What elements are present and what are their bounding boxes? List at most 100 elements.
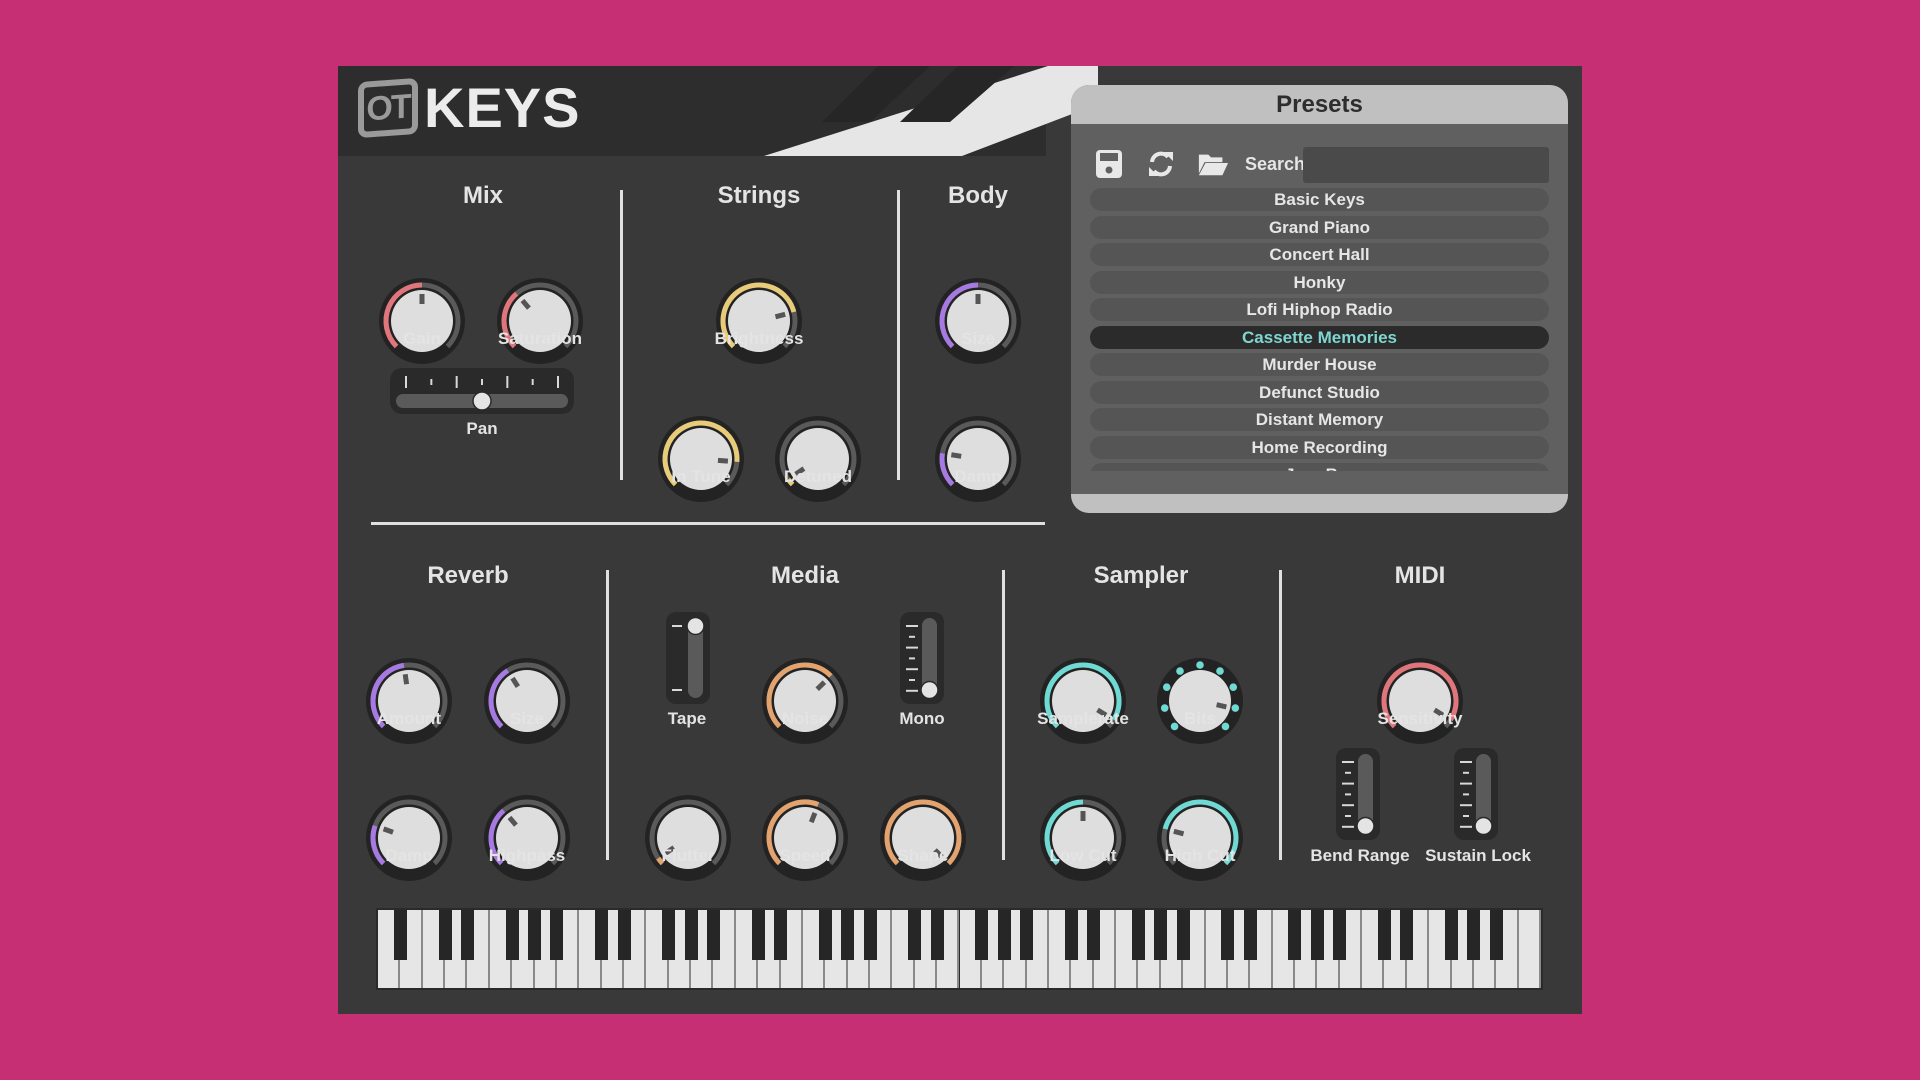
high-cut-knob[interactable] [1155,793,1245,883]
black-key[interactable] [1310,910,1324,960]
black-key[interactable] [505,910,519,960]
detuned-knob[interactable] [773,414,863,504]
knob-graphic[interactable] [643,793,733,883]
black-key[interactable] [393,910,407,960]
samplerate-knob[interactable] [1038,656,1128,746]
black-key[interactable] [1020,910,1034,960]
black-key[interactable] [617,910,631,960]
black-key[interactable] [684,910,698,960]
bend-range-slider[interactable] [1336,748,1380,840]
knob-graphic[interactable] [1038,793,1128,883]
black-key[interactable] [1445,910,1459,960]
black-key[interactable] [1467,910,1481,960]
preset-item[interactable]: Grand Piano [1090,215,1549,239]
preset-item[interactable]: Defunct Studio [1090,380,1549,404]
knob-graphic[interactable] [1155,793,1245,883]
black-key[interactable] [1064,910,1078,960]
preset-item[interactable]: Basic Keys [1090,188,1549,211]
reverb-amount-knob[interactable] [364,656,454,746]
preset-item[interactable]: Murder House [1090,353,1549,376]
black-key[interactable] [528,910,542,960]
knob-graphic[interactable] [482,793,572,883]
knob-graphic[interactable] [656,414,746,504]
white-key[interactable] [1518,910,1541,988]
reverb-size-knob[interactable] [482,656,572,746]
black-key[interactable] [1489,910,1503,960]
reload-presets-button[interactable] [1145,148,1177,180]
knob-graphic[interactable] [1155,656,1245,746]
knob-graphic[interactable] [760,656,850,746]
slider-graphic[interactable] [900,612,944,704]
pan-slider[interactable] [390,368,574,414]
save-preset-button[interactable] [1093,148,1125,180]
preset-search-input[interactable] [1303,147,1549,183]
sensitivity-knob[interactable] [1375,656,1465,746]
black-key[interactable] [438,910,452,960]
black-key[interactable] [1377,910,1391,960]
in-tune-knob[interactable] [656,414,746,504]
black-key[interactable] [1176,910,1190,960]
pan-slider-graphic[interactable] [390,368,574,414]
knob-graphic[interactable] [1375,656,1465,746]
pan-handle[interactable] [472,391,492,411]
preset-item[interactable]: Lofi Hiphop Radio [1090,298,1549,321]
black-key[interactable] [1400,910,1414,960]
preset-item[interactable]: Jazz Bar [1090,463,1549,471]
reverb-highpass-knob[interactable] [482,793,572,883]
body-damp-knob[interactable] [933,414,1023,504]
black-key[interactable] [1333,910,1347,960]
black-key[interactable] [975,910,989,960]
saturation-knob[interactable] [495,276,585,366]
black-key[interactable] [751,910,765,960]
knob-graphic[interactable] [1038,656,1128,746]
sustain-lock-slider[interactable] [1454,748,1498,840]
black-key[interactable] [841,910,855,960]
flutter-knob[interactable] [643,793,733,883]
slider-handle[interactable] [920,680,939,700]
slider-graphic[interactable] [1454,748,1498,840]
knob-graphic[interactable] [773,414,863,504]
preset-item[interactable]: Honky [1090,270,1549,294]
black-key[interactable] [1154,910,1168,960]
preset-item[interactable]: Distant Memory [1090,408,1549,431]
black-key[interactable] [662,910,676,960]
black-key[interactable] [1131,910,1145,960]
knob-graphic[interactable] [933,414,1023,504]
black-key[interactable] [550,910,564,960]
black-key[interactable] [863,910,877,960]
black-key[interactable] [818,910,832,960]
black-key[interactable] [930,910,944,960]
preset-list[interactable]: Basic Keys Grand Piano Concert Hall Honky Lo… [1090,188,1549,471]
preset-item[interactable]: Home Recording [1090,435,1549,459]
black-key[interactable] [908,910,922,960]
slider-handle[interactable] [1356,816,1375,836]
black-key[interactable] [706,910,720,960]
reverb-damp-knob[interactable] [364,793,454,883]
black-key[interactable] [1221,910,1235,960]
speed-knob[interactable] [760,793,850,883]
black-key[interactable] [997,910,1011,960]
black-key[interactable] [595,910,609,960]
knob-graphic[interactable] [364,793,454,883]
knob-graphic[interactable] [364,656,454,746]
preset-item[interactable]: Concert Hall [1090,243,1549,266]
mono-slider[interactable] [900,612,944,704]
piano-keyboard[interactable] [376,908,1543,990]
open-folder-button[interactable] [1197,148,1229,180]
switch-graphic[interactable] [666,612,710,704]
slider-graphic[interactable] [1336,748,1380,840]
knob-graphic[interactable] [933,276,1023,366]
brightness-knob[interactable] [714,276,804,366]
black-key[interactable] [1087,910,1101,960]
noise-knob[interactable] [760,656,850,746]
low-cut-knob[interactable] [1038,793,1128,883]
black-key[interactable] [1288,910,1302,960]
slider-handle[interactable] [1474,816,1493,836]
gain-knob[interactable] [377,276,467,366]
knob-graphic[interactable] [482,656,572,746]
knob-graphic[interactable] [760,793,850,883]
knob-graphic[interactable] [714,276,804,366]
black-key[interactable] [1243,910,1257,960]
black-key[interactable] [774,910,788,960]
knob-graphic[interactable] [495,276,585,366]
